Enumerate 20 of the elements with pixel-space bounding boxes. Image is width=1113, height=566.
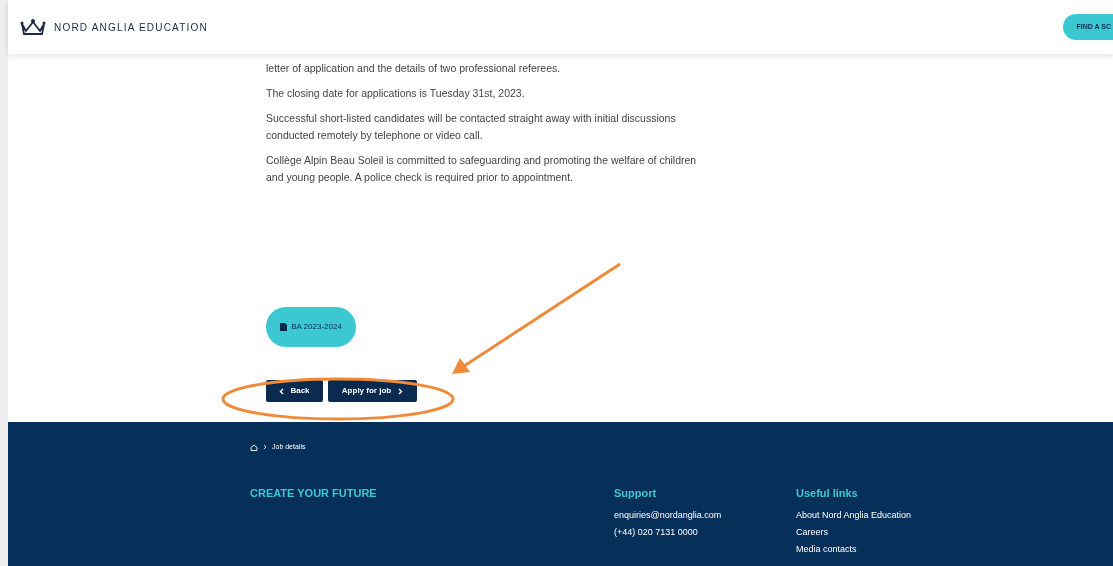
footer-link[interactable]: enquiries@nordanglia.com [614, 507, 796, 524]
footer-tagline: CREATE YOUR FUTURE [250, 485, 378, 501]
body-paragraph: letter of application and the details of two professional referees. [266, 61, 562, 76]
footer-link[interactable]: Careers [796, 524, 978, 541]
home-icon [250, 443, 258, 451]
document-icon [280, 323, 288, 331]
chevron-left-icon [279, 387, 285, 395]
footer-heading: Useful links [796, 485, 859, 501]
chevron-right-icon [263, 444, 267, 451]
footer-link[interactable]: Media contacts [796, 541, 978, 558]
footer-link[interactable]: About Nord Anglia Education [796, 507, 978, 524]
brand-name: NORD ANGLIA EDUCATION [54, 20, 208, 35]
footer-link[interactable]: (+44) 020 7131 0000 [614, 524, 796, 541]
footer-heading: Support [614, 485, 658, 501]
chevron-right-icon [398, 387, 404, 395]
body-paragraph: The closing date for applications is Tuesday 31st, 2023. [266, 86, 526, 101]
body-paragraph: Successful short-listed candidates will be contacted straight away with initial discussions conducted remotely by telephone or video call. [266, 111, 677, 143]
attachment-button[interactable]: BA 2023-2024 [266, 307, 356, 347]
body-paragraph: Collège Alpin Beau Soleil is committed to safeguarding and promoting the welfare of children and young people. A police check is required prior to appointment. [266, 153, 698, 185]
crown-logo-icon [20, 18, 46, 36]
